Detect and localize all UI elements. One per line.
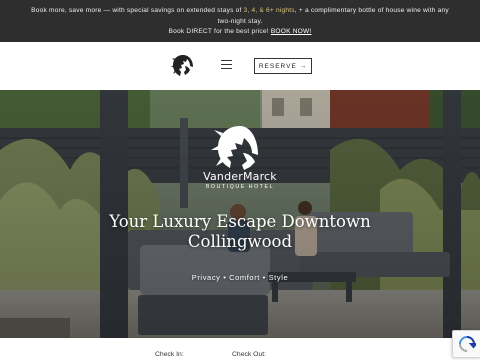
hamburger-menu-icon[interactable] [221,60,232,70]
promo-line-2: two-night stay. [217,17,263,25]
recaptcha-badge[interactable] [452,330,480,358]
hero-title-line-1: Your Luxury Escape Downtown [109,212,371,231]
hero-section: VanderMarck BOUTIQUE HOTEL Your Luxury E… [0,90,480,338]
lion-head-icon[interactable] [170,53,196,79]
brand-name: VanderMarck [203,170,277,183]
brand-tagline: BOUTIQUE HOTEL [205,184,275,190]
book-now-link[interactable]: BOOK NOW! [271,28,312,35]
promo-line-3: Book DIRECT for the best price! BOOK NOW… [0,27,480,38]
site-header: RESERVE → [0,42,480,90]
hero-title-line-2: Collingwood [187,232,293,251]
promo-line-1: Book more, save more — with special savi… [0,6,480,17]
check-in-label[interactable]: Check In: [155,351,184,358]
promo-best-price-text: Book DIRECT for the best price! [168,28,269,36]
check-out-label[interactable]: Check Out: [232,351,266,358]
hero-title: Your Luxury Escape Downtown Collingwood [0,212,480,252]
hero-subtitle: Privacy • Comfort • Style [191,273,289,282]
recaptcha-icon [458,336,476,352]
hotel-logo: VanderMarck BOUTIQUE HOTEL [203,120,277,194]
booking-bar: Check In: Check Out: [0,338,480,360]
promo-banner: Book more, save more — with special savi… [0,0,480,42]
reserve-button[interactable]: RESERVE → [254,58,312,74]
promo-text-cont: , + a complimentary bottle of house wine… [294,7,449,14]
promo-text: Book more, save more — with special savi… [31,7,242,14]
promo-nights-highlight: 3, 4, & 6+ nights [243,7,295,14]
